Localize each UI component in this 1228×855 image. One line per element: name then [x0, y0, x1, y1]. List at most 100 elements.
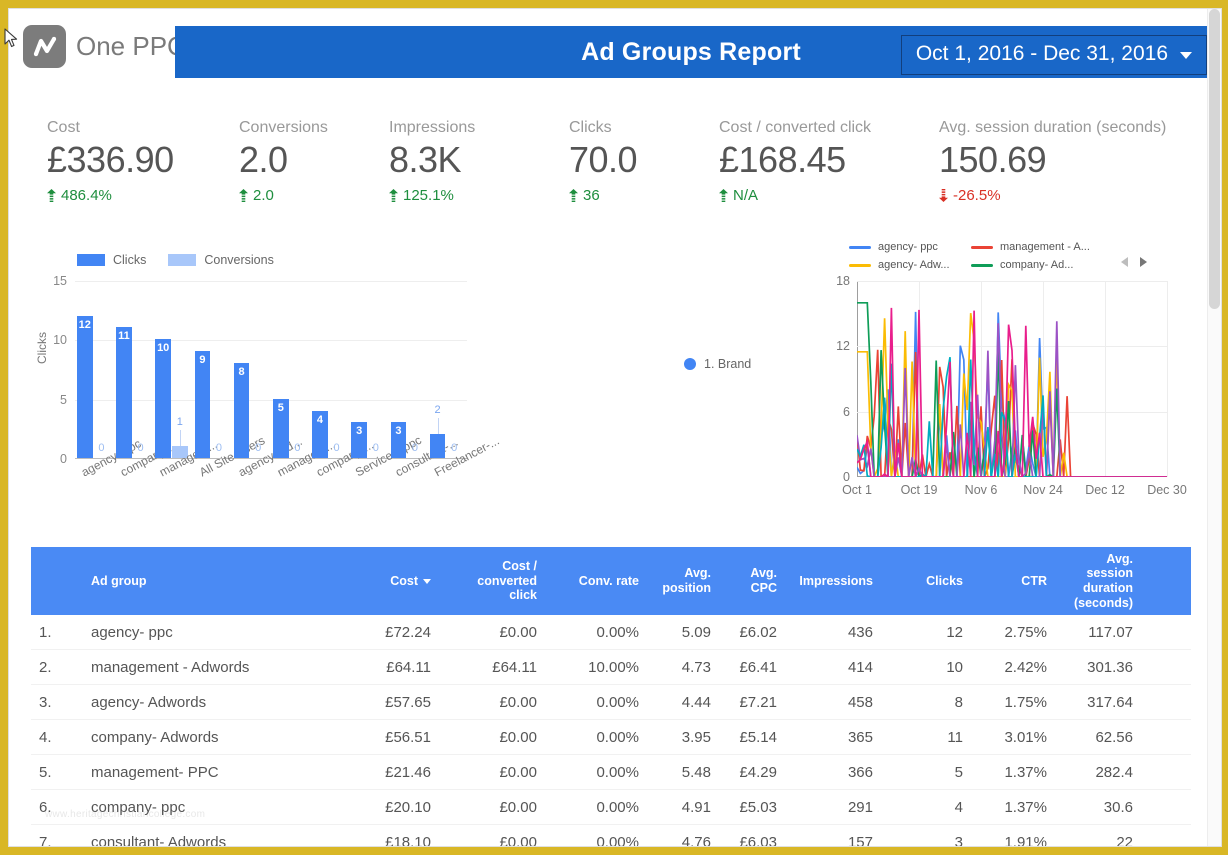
bar-group[interactable]: 50 [273, 399, 308, 458]
mouse-cursor-icon [4, 28, 20, 50]
cell-imp: 291 [785, 799, 881, 816]
cell-ccc: £0.00 [439, 624, 545, 641]
column-header-pos[interactable]: Avg. position [647, 566, 719, 596]
scorecard-delta: 2.0 [239, 187, 389, 204]
line-legend-item[interactable]: management - A... [971, 241, 1111, 253]
column-header-ctr[interactable]: CTR [971, 574, 1055, 589]
bar-clicks[interactable]: 8 [234, 363, 250, 458]
table-row[interactable]: 4.company- Adwords£56.51£0.000.00%3.95£5… [31, 720, 1191, 755]
scorecard-cost-converted-click[interactable]: Cost / converted click £168.45 N/A [719, 97, 934, 204]
bar-clicks[interactable]: 12 [77, 316, 93, 458]
cell-idx: 5. [31, 764, 83, 781]
cell-cost: £21.46 [351, 764, 439, 781]
y-axis-tick: 0 [60, 452, 67, 466]
table-row[interactable]: 2.management - Adwords£64.11£64.1110.00%… [31, 650, 1191, 685]
bar-clicks[interactable]: 11 [116, 327, 132, 458]
bar-legend-item[interactable]: Clicks [77, 253, 146, 267]
cell-imp: 414 [785, 659, 881, 676]
line-legend-item[interactable]: agency- ppc [849, 241, 971, 253]
bar-legend-item[interactable]: Conversions [168, 253, 273, 267]
daily-clicks-line-chart[interactable]: agency- ppcmanagement - A...agency- Adw.… [829, 237, 1209, 527]
report-page: One PPC Ad Groups Report Oct 1, 2016 - D… [8, 8, 1222, 847]
line-legend-item[interactable]: company- Ad... [971, 259, 1111, 271]
column-header-name[interactable]: Ad group [83, 574, 351, 589]
scorecard-delta-value: N/A [733, 187, 758, 204]
table-row[interactable]: 7.consultant- Adwords£18.10£0.000.00%4.7… [31, 825, 1191, 847]
trend-up-arrow-icon [239, 189, 248, 202]
legend-prev-arrow-icon[interactable] [1121, 257, 1128, 267]
page-frame: One PPC Ad Groups Report Oct 1, 2016 - D… [0, 0, 1228, 855]
y-axis-tick: 5 [60, 393, 67, 407]
bar-group[interactable]: 110 [116, 327, 151, 458]
column-header-conv[interactable]: Conv. rate [545, 574, 647, 589]
legend-label: Clicks [113, 253, 146, 267]
table-row[interactable]: 3.agency- Adwords£57.65£0.000.00%4.44£7.… [31, 685, 1191, 720]
scorecard-clicks[interactable]: Clicks70.036 [569, 97, 719, 204]
cell-clk: 5 [881, 764, 971, 781]
column-header-dur[interactable]: Avg. session duration (seconds) [1055, 552, 1141, 611]
scorecard-avg-session-duration-seconds[interactable]: Avg. session duration (seconds)150.69-26… [939, 97, 1222, 204]
column-header-cost[interactable]: Cost [351, 574, 439, 589]
column-header-label: Conv. rate [579, 574, 639, 588]
scorecard-impressions[interactable]: Impressions8.3K125.1% [389, 97, 589, 204]
brand-pie-chart[interactable]: 1. Brand [479, 249, 809, 529]
bar-clicks[interactable]: 5 [273, 399, 289, 458]
cell-name: company- Adwords [83, 729, 351, 746]
column-header-cpc[interactable]: Avg. CPC [719, 566, 785, 596]
cell-name: agency- ppc [83, 624, 351, 641]
y-axis-tick: 0 [843, 470, 850, 484]
scorecard-delta: 36 [569, 187, 719, 204]
bar-group[interactable]: 120 [77, 316, 112, 458]
scorecard-delta: 486.4% [47, 187, 247, 204]
legend-label: company- Ad... [1000, 259, 1073, 271]
line-chart-legend-pager[interactable] [1121, 257, 1147, 267]
bar-clicks[interactable]: 4 [312, 411, 328, 458]
scorecard-delta-value: 125.1% [403, 187, 454, 204]
scorecard-delta-value: 486.4% [61, 187, 112, 204]
cell-ctr: 1.37% [971, 764, 1055, 781]
bar-group[interactable]: 90 [195, 351, 230, 458]
scorecard-conversions[interactable]: Conversions2.02.0 [239, 97, 389, 204]
bar-clicks[interactable]: 3 [391, 422, 407, 458]
bar-leader-line [180, 430, 181, 446]
date-range-selector[interactable]: Oct 1, 2016 - Dec 31, 2016 [901, 35, 1207, 75]
table-row[interactable]: 5.management- PPC£21.46£0.000.00%5.48£4.… [31, 755, 1191, 790]
column-header-ccc[interactable]: Cost / converted click [439, 559, 545, 603]
cell-name: agency- Adwords [83, 694, 351, 711]
column-header-clk[interactable]: Clicks [881, 574, 971, 589]
table-row[interactable]: 1.agency- ppc£72.24£0.000.00%5.09£6.0243… [31, 615, 1191, 650]
bar-value-label: 3 [395, 425, 401, 437]
scorecard-label: Cost [47, 119, 247, 137]
scorecard-label: Cost / converted click [719, 119, 934, 137]
bar-clicks[interactable]: 9 [195, 351, 211, 458]
legend-next-arrow-icon[interactable] [1140, 257, 1147, 267]
cell-ccc: £0.00 [439, 764, 545, 781]
vertical-scrollbar[interactable] [1207, 9, 1221, 846]
scrollbar-thumb[interactable] [1209, 9, 1220, 309]
line-chart-series-layer [857, 281, 1167, 477]
cell-ctr: 1.75% [971, 694, 1055, 711]
bar-group[interactable]: 80 [234, 363, 269, 458]
scorecard-value: 70.0 [569, 139, 719, 181]
bar-clicks[interactable]: 2 [430, 434, 446, 458]
cell-clk: 10 [881, 659, 971, 676]
cell-dur: 30.6 [1055, 799, 1141, 816]
chart-line-logo-icon [23, 25, 66, 68]
bar-group[interactable]: 101 [155, 339, 190, 458]
bar-clicks[interactable]: 3 [351, 422, 367, 458]
table-row[interactable]: 6.company- ppc£20.10£0.000.00%4.91£5.032… [31, 790, 1191, 825]
bar-clicks[interactable]: 10 [155, 339, 171, 458]
scorecard-cost[interactable]: Cost£336.90486.4% [47, 97, 247, 204]
cell-cost: £56.51 [351, 729, 439, 746]
sort-descending-icon[interactable] [423, 579, 431, 584]
column-header-label: Ad group [91, 574, 147, 588]
line-legend-item[interactable]: agency- Adw... [849, 259, 971, 271]
trend-up-arrow-icon [389, 189, 398, 202]
scorecard-value: £168.45 [719, 139, 934, 181]
column-header-imp[interactable]: Impressions [785, 574, 881, 589]
scorecard-row: Cost£336.90486.4%Conversions2.02.0Impres… [9, 97, 1207, 207]
scorecard-delta-value: -26.5% [953, 187, 1001, 204]
cell-clk: 3 [881, 834, 971, 848]
bar-value-label: 0 [216, 442, 222, 454]
clicks-conversions-bar-chart[interactable]: ClicksConversions Clicks 051015120agency… [37, 249, 467, 529]
